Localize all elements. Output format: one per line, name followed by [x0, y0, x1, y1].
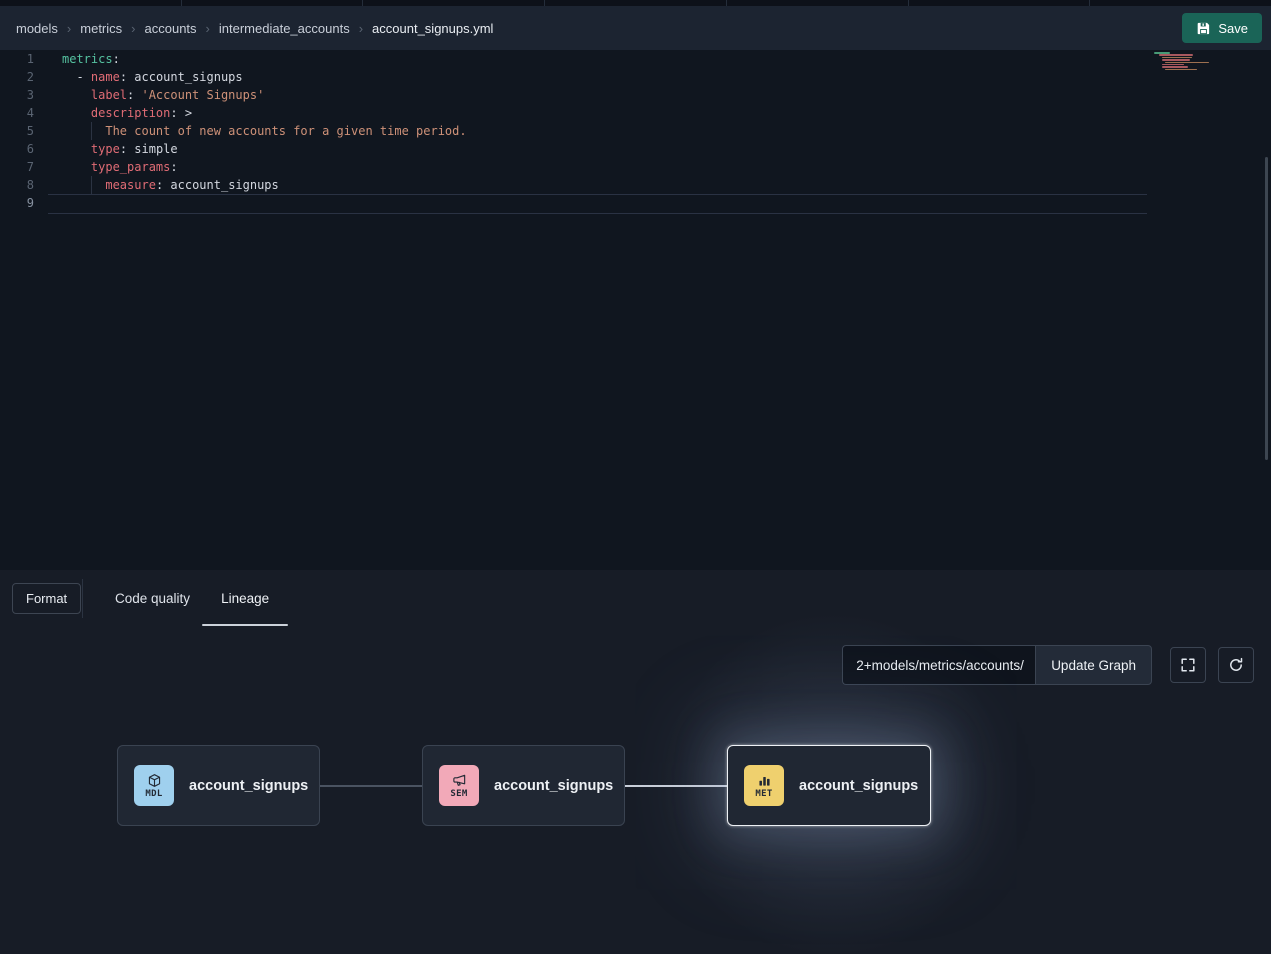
code-text: type_params:	[48, 158, 178, 176]
line-number: 6	[0, 140, 48, 158]
code-line[interactable]: 3 label: 'Account Signups'	[0, 86, 1271, 104]
code-text	[48, 194, 62, 212]
code-line[interactable]: 8 measure: account_signups	[0, 176, 1271, 194]
panel-tabs: Code quality Lineage	[115, 570, 269, 627]
code-line[interactable]: 1metrics:	[0, 50, 1271, 68]
line-number: 8	[0, 176, 48, 194]
node-label: account_signups	[494, 778, 613, 794]
minimap-line	[1162, 59, 1190, 61]
breadcrumb-item[interactable]: metrics	[80, 21, 122, 36]
line-number: 7	[0, 158, 48, 176]
metric-tile: MET	[744, 765, 784, 806]
tab-code-quality[interactable]: Code quality	[115, 570, 190, 627]
bottom-panel: Format Code quality Lineage 2+models/metr…	[0, 570, 1271, 954]
indent-guide	[91, 122, 92, 140]
line-number: 1	[0, 50, 48, 68]
code-lines: 1metrics:2 - name: account_signups3 labe…	[0, 50, 1271, 212]
breadcrumb-separator-icon: ›	[206, 21, 210, 36]
save-button[interactable]: Save	[1182, 13, 1262, 43]
breadcrumb-item[interactable]: account_signups.yml	[372, 21, 493, 36]
save-button-label: Save	[1218, 21, 1248, 36]
node-type-code: MET	[755, 789, 772, 799]
line-number: 5	[0, 122, 48, 140]
update-graph-button[interactable]: Update Graph	[1035, 645, 1152, 685]
line-number: 2	[0, 68, 48, 86]
code-line[interactable]: 9	[0, 194, 1271, 212]
minimap-line	[1165, 62, 1209, 64]
lineage-edge-highlighted	[625, 785, 727, 787]
minimap[interactable]	[1154, 52, 1212, 71]
code-text: label: 'Account Signups'	[48, 86, 264, 104]
minimap-line	[1162, 64, 1184, 66]
megaphone-icon	[452, 773, 467, 788]
breadcrumb-item[interactable]: accounts	[145, 21, 197, 36]
indent-guide	[91, 176, 92, 194]
breadcrumb-separator-icon: ›	[67, 21, 71, 36]
code-line[interactable]: 2 - name: account_signups	[0, 68, 1271, 86]
code-editor[interactable]: 1metrics:2 - name: account_signups3 labe…	[0, 50, 1271, 570]
code-text: - name: account_signups	[48, 68, 243, 86]
cube-icon	[147, 773, 162, 788]
minimap-line	[1162, 66, 1188, 68]
code-text: measure: account_signups	[48, 176, 279, 194]
tab-lineage[interactable]: Lineage	[221, 570, 269, 627]
code-text: metrics:	[48, 50, 120, 68]
lineage-node-semantic-model[interactable]: SEM account_signups	[422, 745, 625, 826]
breadcrumb-bar: models › metrics › accounts › intermediate_acc…	[0, 6, 1271, 50]
panel-tabbar: Format Code quality Lineage	[0, 570, 1271, 627]
minimap-line	[1154, 52, 1170, 54]
node-label: account_signups	[189, 778, 308, 794]
minimap-line	[1162, 57, 1192, 59]
code-line[interactable]: 4 description: >	[0, 104, 1271, 122]
node-label: account_signups	[799, 778, 918, 794]
format-button[interactable]: Format	[12, 583, 81, 614]
breadcrumb-item[interactable]: intermediate_accounts	[219, 21, 350, 36]
lineage-edge	[320, 785, 422, 787]
code-line[interactable]: 7 type_params:	[0, 158, 1271, 176]
lineage-node-model[interactable]: MDL account_signups	[117, 745, 320, 826]
tabbar-divider	[82, 579, 83, 618]
semantic-model-tile: SEM	[439, 765, 479, 806]
fullscreen-button[interactable]	[1170, 647, 1206, 683]
lineage-node-metric[interactable]: MET account_signups	[727, 745, 931, 826]
app-window: models › metrics › accounts › intermediate_acc…	[0, 0, 1271, 954]
code-line[interactable]: 6 type: simple	[0, 140, 1271, 158]
save-icon	[1196, 21, 1211, 36]
refresh-button[interactable]	[1218, 647, 1254, 683]
code-line[interactable]: 5 The count of new accounts for a given …	[0, 122, 1271, 140]
code-text: type: simple	[48, 140, 178, 158]
editor-scrollbar[interactable]	[1265, 157, 1268, 460]
breadcrumb-item[interactable]: models	[16, 21, 58, 36]
line-number: 9	[0, 194, 48, 212]
breadcrumb-separator-icon: ›	[359, 21, 363, 36]
code-text: description: >	[48, 104, 192, 122]
lineage-controls: 2+models/metrics/accounts/ Update Graph	[842, 645, 1254, 685]
model-tile: MDL	[134, 765, 174, 806]
line-number: 3	[0, 86, 48, 104]
selector-group: 2+models/metrics/accounts/ Update Graph	[842, 645, 1152, 685]
fullscreen-icon	[1180, 657, 1196, 673]
minimap-line	[1159, 54, 1193, 56]
line-number: 4	[0, 104, 48, 122]
bar-chart-icon	[757, 773, 772, 788]
breadcrumb: models › metrics › accounts › intermediate_acc…	[16, 21, 493, 36]
breadcrumb-separator-icon: ›	[131, 21, 135, 36]
minimap-line	[1165, 69, 1197, 71]
node-type-code: MDL	[145, 789, 162, 799]
refresh-icon	[1228, 657, 1244, 673]
node-type-code: SEM	[450, 789, 467, 799]
code-text: The count of new accounts for a given ti…	[48, 122, 467, 140]
lineage-selector-input[interactable]: 2+models/metrics/accounts/	[842, 645, 1035, 685]
